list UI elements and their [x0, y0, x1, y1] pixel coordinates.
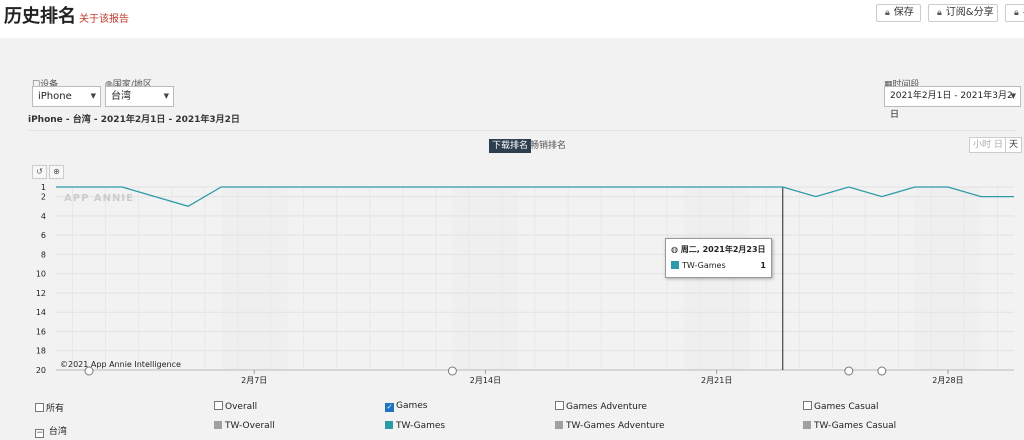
legend-series-tw-games-casual[interactable]: TW-Games Casual	[803, 421, 896, 431]
copyright-text: ©2021 App Annie Intelligence	[60, 360, 181, 369]
granularity-day[interactable]: 天	[1005, 137, 1023, 153]
y-tick-label: 10	[36, 270, 46, 279]
weekend-band	[914, 187, 981, 370]
series-swatch	[671, 261, 679, 269]
weekend-band	[221, 187, 288, 370]
y-tick-label: 6	[41, 231, 46, 240]
checkbox-icon	[555, 401, 564, 410]
checkbox-icon	[803, 401, 812, 410]
legend-checkbox-all[interactable]: 所有	[35, 401, 64, 414]
series-swatch	[803, 421, 811, 429]
chevron-down-icon: ▼	[1010, 92, 1016, 100]
granularity-hour[interactable]: 小时 日	[969, 137, 1007, 153]
legend-checkbox-overall[interactable]: Overall	[214, 401, 257, 412]
device-select[interactable]: iPhone ▼	[32, 86, 101, 107]
chevron-down-icon: ▼	[163, 92, 169, 100]
zoom-icon[interactable]: ⊕	[49, 165, 64, 179]
series-swatch	[555, 421, 563, 429]
tooltip-date: ◍ 周二, 2021年2月23日	[671, 245, 766, 254]
x-tick-label: 2月21日	[701, 376, 732, 385]
y-tick-label: 4	[41, 212, 46, 221]
ranking-chart: 124681012141618202月7日 2月14日 2月21日 2月28日	[36, 183, 1014, 385]
y-tick-label: 18	[36, 347, 46, 356]
y-tick-label: 12	[36, 289, 46, 298]
country-value: 台湾	[111, 91, 131, 102]
tooltip-series: TW-Games	[671, 261, 726, 270]
legend-checkbox-games[interactable]: ✓ Games	[385, 401, 427, 412]
y-tick-label: 14	[36, 308, 46, 317]
legend-series-tw-games-adventure[interactable]: TW-Games Adventure	[555, 421, 665, 431]
y-tick-label: 2	[41, 193, 46, 202]
x-tick-label: 2月14日	[470, 376, 501, 385]
tab-grossing-rank[interactable]: 畅销排名	[527, 139, 569, 153]
event-marker-icon	[877, 366, 887, 376]
y-tick-label: 20	[36, 366, 46, 375]
date-range-select[interactable]: 2021年2月1日 - 2021年3月2日 ▼	[884, 86, 1021, 120]
tooltip-value: 1	[760, 261, 766, 270]
y-tick-label: 1	[41, 183, 46, 192]
legend-series-tw-games[interactable]: TW-Games	[385, 421, 445, 431]
filter-summary: iPhone - 台湾 - 2021年2月1日 - 2021年3月2日	[28, 115, 240, 125]
weekend-band	[683, 187, 750, 370]
chevron-down-icon: ▼	[90, 92, 96, 100]
undo-icon[interactable]: ↺	[32, 165, 47, 179]
globe-icon: ◍	[671, 245, 681, 254]
collapse-icon: −	[35, 428, 44, 438]
app-annie-watermark: APP ANNIE	[64, 193, 134, 204]
checkbox-icon	[35, 403, 44, 412]
event-marker-icon	[447, 366, 457, 376]
y-tick-label: 8	[41, 250, 46, 259]
checkbox-icon	[214, 401, 223, 410]
event-marker-icon	[844, 366, 854, 376]
tab-download-rank[interactable]: 下载排名	[489, 139, 532, 153]
chart-tooltip: ◍ 周二, 2021年2月23日 TW-Games 1	[665, 238, 772, 278]
legend-checkbox-games-casual[interactable]: Games Casual	[803, 401, 879, 412]
weekend-band	[452, 187, 519, 370]
country-select[interactable]: 台湾 ▼	[105, 86, 174, 107]
series-swatch	[214, 421, 222, 429]
legend-checkbox-games-adventure[interactable]: Games Adventure	[555, 401, 647, 412]
x-tick-label: 2月7日	[241, 376, 267, 385]
x-tick-label: 2月28日	[932, 376, 963, 385]
checkbox-checked-icon: ✓	[385, 403, 394, 412]
legend-group-taiwan[interactable]: − 台湾	[35, 424, 67, 438]
device-value: iPhone	[38, 91, 72, 102]
y-tick-label: 16	[36, 327, 46, 336]
divider	[28, 130, 1016, 131]
legend-series-tw-overall[interactable]: TW-Overall	[214, 421, 275, 431]
series-swatch	[385, 421, 393, 429]
